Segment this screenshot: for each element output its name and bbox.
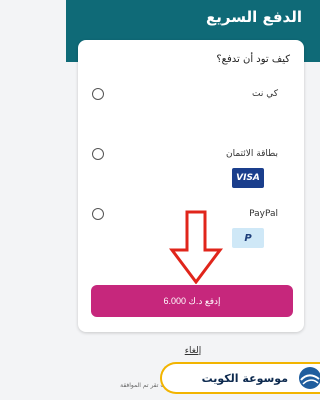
visa-badge: VISA bbox=[232, 168, 264, 188]
payment-card: كيف تود أن تدفع؟ كي نت بطاقة الائتمان VI… bbox=[78, 40, 304, 332]
watermark-logo-icon bbox=[299, 367, 320, 389]
watermark-badge: موسوعة الكويت bbox=[160, 362, 320, 394]
watermark-text: موسوعة الكويت bbox=[201, 371, 288, 385]
paypal-logo-icon: P bbox=[244, 232, 252, 244]
page-title: الدفع السريع bbox=[206, 8, 302, 26]
down-arrow-icon bbox=[169, 210, 223, 284]
pay-button[interactable]: إدفع د.ك 6.000 bbox=[91, 285, 293, 317]
knet-radio[interactable] bbox=[92, 88, 104, 100]
paypal-option-label: PayPal bbox=[249, 209, 278, 219]
paypal-radio[interactable] bbox=[92, 208, 104, 220]
payment-question: كيف تود أن تدفع؟ bbox=[216, 54, 290, 65]
credit-card-option-label: بطاقة الائتمان bbox=[225, 149, 278, 159]
knet-option[interactable]: كي نت bbox=[90, 84, 294, 104]
credit-card-radio[interactable] bbox=[92, 148, 104, 160]
cancel-link[interactable]: إلغاء bbox=[66, 346, 320, 356]
knet-option-label: كي نت bbox=[252, 89, 278, 99]
credit-card-option[interactable]: بطاقة الائتمان bbox=[90, 144, 294, 164]
paypal-badge: P bbox=[232, 228, 264, 248]
